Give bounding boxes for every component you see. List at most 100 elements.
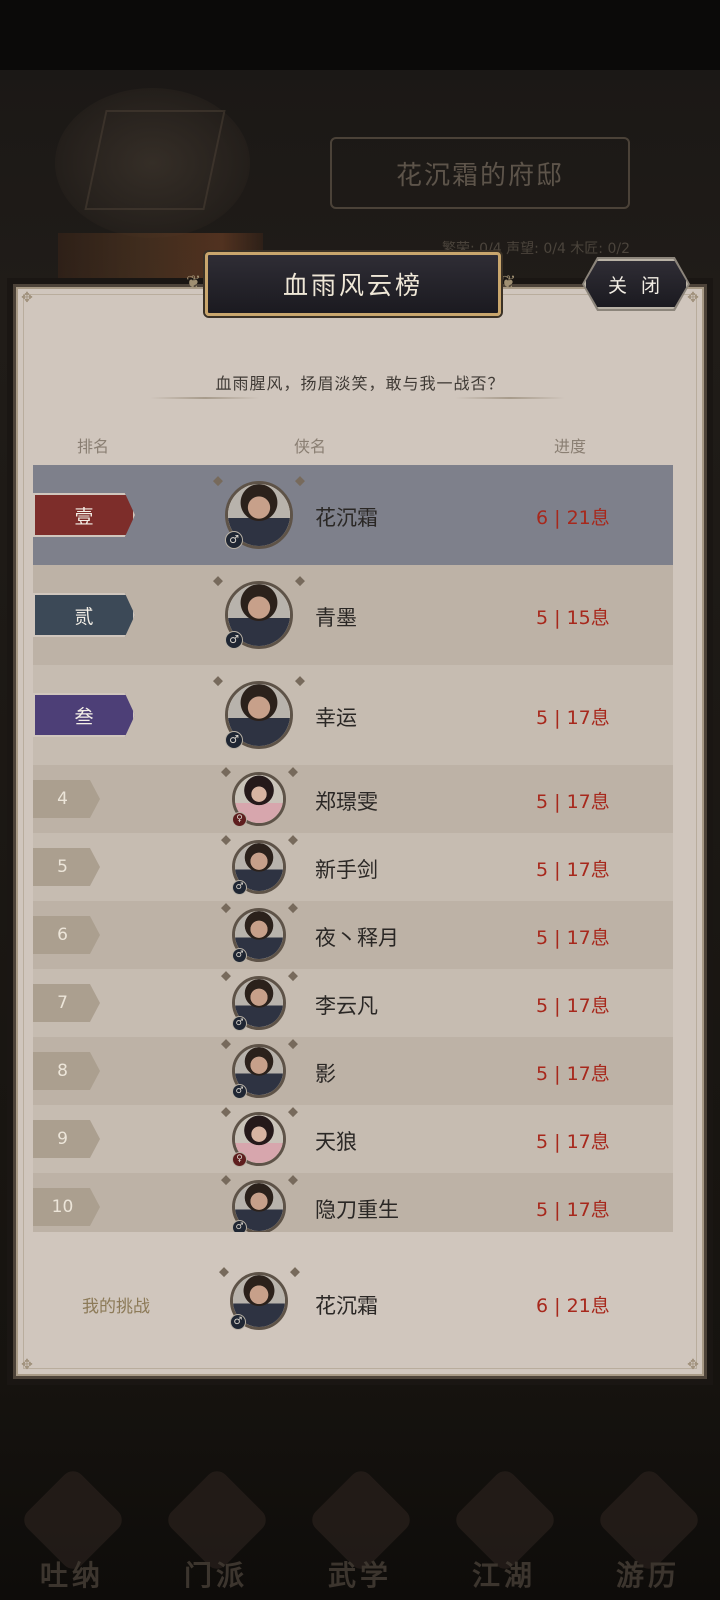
player-name: 李云凡 (315, 994, 378, 1018)
avatar-ornament-icon: ◆ (219, 1264, 229, 1280)
header-name: 侠名 (293, 437, 326, 456)
avatar-ornament-icon: ◆ (295, 573, 305, 589)
avatar-ornament-icon: ◆ (213, 573, 223, 589)
avatar-ornament-icon: ◆ (221, 764, 231, 780)
player-progress: 6 | 21息 (536, 507, 610, 529)
nav-label: 游历 (615, 1559, 680, 1592)
rank-number: 8 (33, 1052, 100, 1090)
rank-number: 4 (33, 780, 100, 818)
avatar-ornament-icon: ◆ (288, 1172, 298, 1188)
player-name: 郑璟雯 (315, 790, 378, 814)
modal-subtitle: 血雨腥风，扬眉淡笑，敢与我一战否？ (215, 374, 505, 393)
avatar-ornament-icon: ◆ (213, 673, 223, 689)
player-progress: 5 | 17息 (536, 1199, 610, 1221)
avatar-ornament-icon: ◆ (288, 968, 298, 984)
male-icon: ♂ (232, 948, 247, 963)
ranking-list[interactable]: 壹 ◆ ◆ ♂ 花沉霜 6 | 21息 贰 ◆ ◆ ♂ 青墨 5 | 15息 叁… (33, 465, 673, 1232)
rank-flag-2: 贰 (33, 593, 135, 637)
mansion-roof (84, 110, 226, 210)
avatar-ornament-icon: ◆ (221, 832, 231, 848)
modal-title: 血雨风云榜 (205, 252, 501, 316)
player-name: 影 (315, 1062, 336, 1086)
player-progress: 6 | 21息 (536, 1295, 610, 1317)
player-progress: 5 | 17息 (536, 1063, 610, 1085)
ranking-row-6[interactable]: 6 ◆ ◆ ♂ 夜丶释月 5 | 17息 (33, 901, 673, 969)
player-progress: 5 | 17息 (536, 791, 610, 813)
ranking-row-3[interactable]: 叁 ◆ ◆ ♂ 幸运 5 | 17息 (33, 665, 673, 765)
nav-label: 武学 (327, 1559, 392, 1592)
male-icon: ♂ (230, 1314, 246, 1330)
player-name: 花沉霜 (315, 506, 378, 530)
player-name: 幸运 (315, 706, 357, 730)
header-rank: 排名 (76, 437, 109, 456)
ranking-row-10[interactable]: 10 ◆ ◆ ♂ 隐刀重生 5 | 17息 (33, 1173, 673, 1232)
avatar-ornament-icon: ◆ (213, 473, 223, 489)
male-icon: ♂ (225, 531, 243, 549)
ranking-row-8[interactable]: 8 ◆ ◆ ♂ 影 5 | 17息 (33, 1037, 673, 1105)
avatar-ornament-icon: ◆ (288, 1104, 298, 1120)
nav-item-jianghu: 江湖 (449, 1466, 559, 1594)
ranking-row-9[interactable]: 9 ◆ ◆ ♀ 天狼 5 | 17息 (33, 1105, 673, 1173)
female-icon: ♀ (232, 1152, 247, 1167)
male-icon: ♂ (225, 731, 243, 749)
player-progress: 5 | 17息 (536, 707, 610, 729)
avatar-ornament-icon: ◆ (290, 1264, 300, 1280)
nav-item-travel: 游历 (593, 1466, 703, 1594)
player-name: 夜丶释月 (315, 926, 399, 950)
nav-label: 吐纳 (39, 1559, 104, 1592)
nav-item-sect: 门派 (161, 1466, 271, 1594)
subtitle-divider (150, 397, 260, 399)
avatar-ornament-icon: ◆ (295, 673, 305, 689)
ranking-row-5[interactable]: 5 ◆ ◆ ♂ 新手剑 5 | 17息 (33, 833, 673, 901)
player-progress: 5 | 17息 (536, 995, 610, 1017)
ranking-row-2[interactable]: 贰 ◆ ◆ ♂ 青墨 5 | 15息 (33, 565, 673, 665)
avatar-ornament-icon: ◆ (221, 968, 231, 984)
close-button[interactable]: 关 闭 (584, 259, 688, 309)
female-icon: ♀ (232, 812, 247, 827)
rank-number: 6 (33, 916, 100, 954)
my-challenge-label: 我的挑战 (82, 1297, 150, 1317)
avatar-ornament-icon: ◆ (295, 473, 305, 489)
avatar-ornament-icon: ◆ (221, 1104, 231, 1120)
male-icon: ♂ (232, 880, 247, 895)
male-icon: ♂ (232, 1220, 247, 1232)
player-name: 新手剑 (315, 858, 378, 882)
nav-item-martial: 武学 (305, 1466, 415, 1594)
player-name: 花沉霜 (315, 1294, 378, 1318)
corner-ornament-icon: ✥ (687, 1357, 699, 1373)
avatar-ornament-icon: ◆ (288, 900, 298, 916)
avatar-ornament-icon: ◆ (221, 1036, 231, 1052)
title-ornament-icon: ❦ (501, 272, 517, 293)
rank-number: 5 (33, 848, 100, 886)
male-icon: ♂ (225, 631, 243, 649)
male-icon: ♂ (232, 1016, 247, 1031)
avatar-ornament-icon: ◆ (288, 764, 298, 780)
corner-ornament-icon: ✥ (21, 1357, 33, 1373)
mansion-title: 花沉霜的府邸 (330, 137, 630, 209)
nav-item-breathing: 吐纳 (17, 1466, 127, 1594)
rank-flag-1: 壹 (33, 493, 135, 537)
ranking-row-1[interactable]: 壹 ◆ ◆ ♂ 花沉霜 6 | 21息 (33, 465, 673, 565)
corner-ornament-icon: ✥ (21, 290, 33, 306)
bottom-nav: 吐纳 门派 武学 江湖 游历 (0, 1440, 720, 1600)
rank-flag-3: 叁 (33, 693, 135, 737)
rank-number: 10 (33, 1188, 100, 1226)
player-progress: 5 | 15息 (536, 607, 610, 629)
avatar-ornament-icon: ◆ (221, 900, 231, 916)
player-progress: 5 | 17息 (536, 1131, 610, 1153)
player-name: 天狼 (315, 1130, 357, 1154)
header-progress: 进度 (553, 437, 586, 456)
ranking-row-4[interactable]: 4 ◆ ◆ ♀ 郑璟雯 5 | 17息 (33, 765, 673, 833)
corner-ornament-icon: ✥ (687, 290, 699, 306)
avatar-ornament-icon: ◆ (221, 1172, 231, 1188)
player-progress: 5 | 17息 (536, 859, 610, 881)
avatar-ornament-icon: ◆ (288, 1036, 298, 1052)
nav-label: 江湖 (471, 1559, 536, 1592)
player-name: 青墨 (315, 606, 357, 630)
male-icon: ♂ (232, 1084, 247, 1099)
subtitle-divider (455, 397, 565, 399)
ranking-row-7[interactable]: 7 ◆ ◆ ♂ 李云凡 5 | 17息 (33, 969, 673, 1037)
rank-number: 7 (33, 984, 100, 1022)
rank-number: 9 (33, 1120, 100, 1158)
avatar-ornament-icon: ◆ (288, 832, 298, 848)
